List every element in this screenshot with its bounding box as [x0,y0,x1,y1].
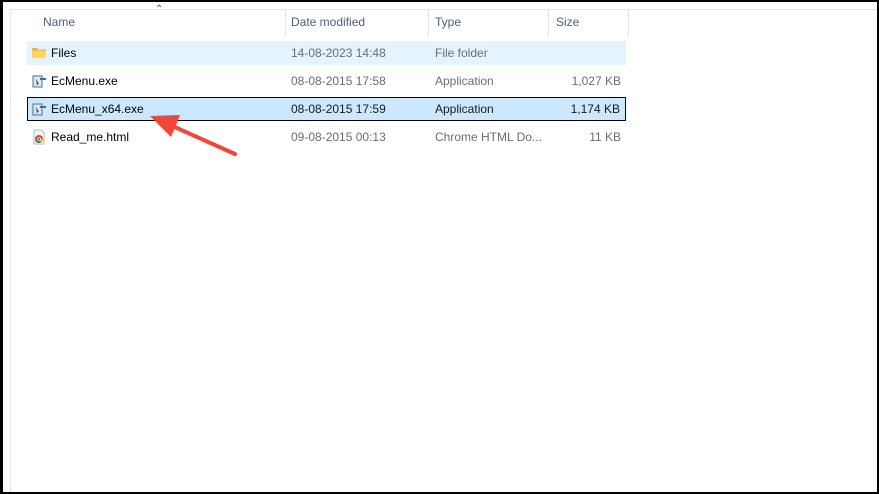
annotation-arrow [150,115,237,156]
